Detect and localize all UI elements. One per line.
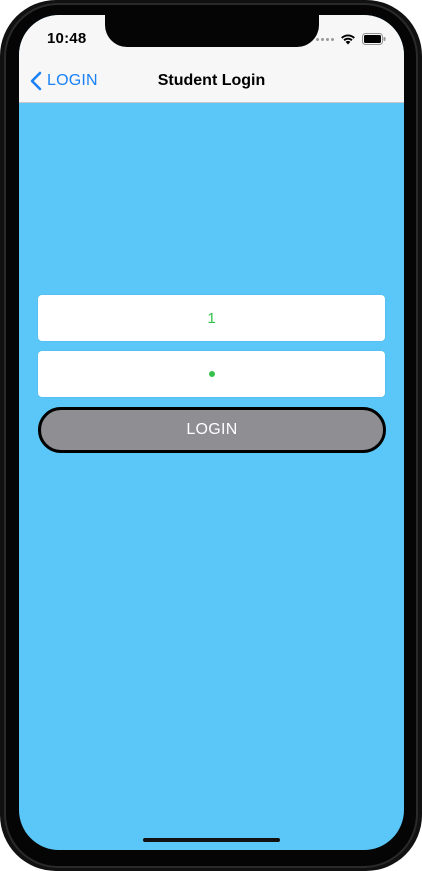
signal-dots-icon (316, 37, 334, 41)
device-notch (105, 15, 319, 47)
status-icons (316, 33, 386, 45)
status-time: 10:48 (47, 30, 87, 47)
device-frame: 10:48 LOGIN Student Login 1 LOGIN (0, 0, 422, 871)
app-screen: 10:48 LOGIN Student Login 1 LOGIN (19, 15, 404, 850)
login-button[interactable]: LOGIN (38, 407, 386, 453)
battery-icon (362, 33, 386, 45)
wifi-icon (341, 34, 355, 45)
password-field[interactable] (38, 351, 385, 397)
password-mask-dot (208, 371, 215, 377)
page-title: Student Login (157, 72, 266, 89)
home-indicator[interactable] (143, 838, 280, 842)
login-button-label: LOGIN (186, 421, 238, 438)
status-bar: 10:48 (19, 15, 404, 71)
username-field[interactable]: 1 (38, 295, 385, 341)
username-value: 1 (207, 309, 216, 327)
navigation-bar: LOGIN Student Login (19, 64, 404, 103)
